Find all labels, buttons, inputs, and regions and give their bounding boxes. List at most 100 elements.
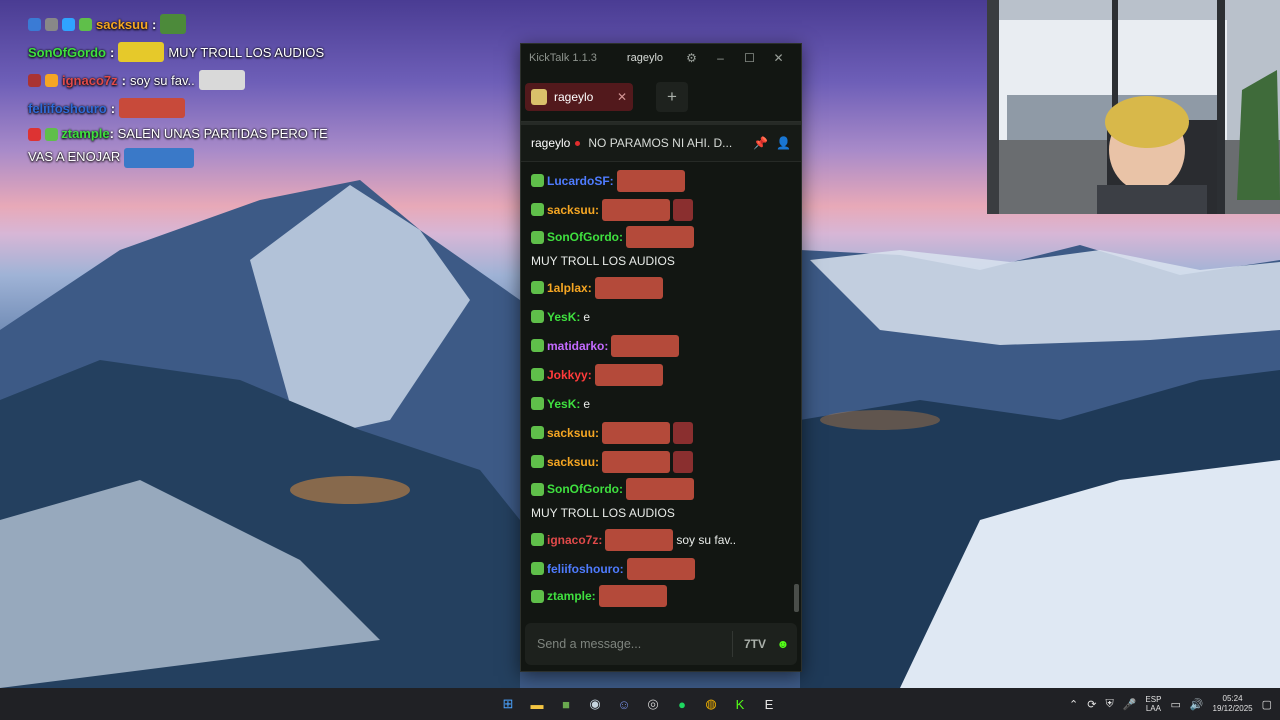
chat-message[interactable]: YesK: e (531, 389, 791, 418)
overlay-chat-line: SonOfGordo: MUY TROLL LOS AUDIOS (28, 38, 348, 66)
badge-icon (531, 310, 544, 323)
chat-messages[interactable]: LucardoSF: sacksuu: SonOfGordo: MUY TROLL L… (521, 164, 801, 614)
start-icon[interactable]: ⊞ (496, 692, 520, 716)
steam-icon[interactable]: ◉ (583, 692, 607, 716)
chat-message[interactable]: YesK: e (531, 302, 791, 331)
clock[interactable]: 05:24 19/12/2025 (1213, 694, 1253, 714)
badge-icon (79, 17, 92, 31)
emote-icon (673, 198, 694, 221)
overlay-chat-line: sacksuu: (28, 10, 348, 38)
obs-icon[interactable]: ◎ (641, 692, 665, 716)
chat-message[interactable]: ignaco7z: soy su fav.. (531, 525, 791, 554)
emote-icon (594, 363, 663, 386)
title-bar[interactable]: KickTalk 1.1.3 rageylo ⚙ – ☐ ✕ (521, 44, 801, 72)
overlay-username: ztample (61, 126, 110, 141)
chat-username[interactable]: 1alplax: (547, 278, 592, 298)
chat-username[interactable]: YesK: (547, 307, 580, 327)
emote-icon (626, 557, 695, 580)
add-tab-button[interactable]: + (656, 81, 688, 112)
kick-icon[interactable]: K (728, 692, 752, 716)
chat-username[interactable]: ignaco7z: (547, 530, 602, 550)
chat-username[interactable]: YesK: (547, 394, 580, 414)
minimize-icon[interactable]: – (706, 51, 735, 65)
overlay-username: sacksuu (96, 16, 149, 32)
chat-username[interactable]: sacksuu: (547, 200, 599, 220)
emote-icon (673, 421, 694, 444)
shield-icon[interactable]: ⛨ (1105, 698, 1113, 711)
taskbar-apps: ⊞ ▬ ■ ◉ ☺ ◎ ● ◍ K E (496, 688, 781, 720)
message-input[interactable]: Send a message... (537, 637, 732, 651)
spotify-icon[interactable]: ● (670, 692, 694, 716)
chat-message[interactable]: sacksuu: (531, 447, 791, 476)
language-indicator[interactable]: ESP LAA (1145, 695, 1161, 713)
emote-icon (625, 478, 694, 500)
network-icon[interactable]: ▭ (1170, 698, 1180, 711)
chat-message[interactable]: 1alplax: (531, 273, 791, 302)
minecraft-icon[interactable]: ■ (554, 692, 578, 716)
message-input-area[interactable]: Send a message... 7TV ☻ (525, 623, 797, 665)
emote-icon (594, 276, 663, 299)
chat-message[interactable]: matidarko: (531, 331, 791, 360)
chat-username[interactable]: SonOfGordo: (547, 479, 623, 499)
epic-games-icon[interactable]: E (757, 692, 781, 716)
chat-message[interactable]: Jokkyy: (531, 360, 791, 389)
badge-icon (44, 128, 58, 142)
emote-icon (118, 42, 165, 62)
chat-username[interactable]: sacksuu: (547, 452, 599, 472)
discord-icon[interactable]: ☺ (612, 692, 636, 716)
pinned-message-bar[interactable]: rageylo NO PARAMOS NI AHI. D... 📌 👤 (521, 122, 801, 162)
chat-message[interactable]: ztample: SALEN UNAS PARTIDAS PERO TE VAS … (531, 583, 791, 614)
emote-icon (625, 226, 694, 248)
kick-emote-icon[interactable]: ☻ (769, 637, 797, 651)
emote-icon (119, 98, 186, 118)
microphone-icon[interactable]: 🎤 (1123, 698, 1137, 711)
chat-message[interactable]: sacksuu: (531, 418, 791, 447)
badge-icon (45, 17, 58, 31)
volume-icon[interactable]: 🔊 (1190, 698, 1204, 711)
webcam-feed (987, 0, 1280, 214)
emote-icon (602, 421, 671, 444)
chat-username[interactable]: feliifoshouro: (547, 559, 624, 579)
file-explorer-icon[interactable]: ▬ (525, 692, 549, 716)
chat-message[interactable]: SonOfGordo: MUY TROLL LOS AUDIOS (531, 224, 791, 273)
emote-icon (198, 70, 245, 90)
chat-username[interactable]: SonOfGordo: (547, 227, 623, 247)
chat-message[interactable]: LucardoSF: (531, 166, 791, 195)
chat-username[interactable]: ztample: (547, 586, 596, 606)
emote-icon (605, 528, 674, 551)
chat-text: SALEN UNAS PARTIDAS PERO TE VAS A ENOJAR (531, 610, 791, 614)
live-indicator-icon (575, 140, 581, 146)
chat-message[interactable]: SonOfGordo: MUY TROLL LOS AUDIOS (531, 476, 791, 525)
close-window-icon[interactable]: ✕ (764, 51, 793, 65)
current-user-label[interactable]: rageylo (627, 52, 663, 64)
chat-message[interactable]: sacksuu: (531, 195, 791, 224)
tab-rageylo[interactable]: rageylo ✕ (525, 82, 633, 111)
chat-username[interactable]: LucardoSF: (547, 171, 614, 191)
badge-icon (531, 455, 544, 468)
badge-icon (531, 562, 544, 575)
chat-message[interactable]: feliifoshouro: (531, 554, 791, 583)
emote-icon (602, 450, 671, 473)
emote-icon (616, 169, 685, 192)
settings-gear-icon[interactable]: ⚙ (677, 51, 706, 65)
chat-text: MUY TROLL LOS AUDIOS (531, 506, 675, 520)
pinned-channel-name: rageylo (531, 136, 571, 150)
maximize-icon[interactable]: ☐ (735, 51, 764, 65)
emote-icon (611, 334, 680, 357)
notifications-icon[interactable]: ▢ (1262, 698, 1272, 711)
user-icon[interactable]: 👤 (776, 136, 791, 150)
channel-avatar (531, 88, 547, 105)
chat-scrollbar[interactable] (794, 584, 799, 612)
chat-username[interactable]: Jokkyy: (547, 365, 592, 385)
close-tab-icon[interactable]: ✕ (617, 90, 627, 104)
seventv-emote-button[interactable]: 7TV (741, 637, 769, 651)
emote-icon (123, 147, 194, 168)
overlay-chat-line: feliifoshouro: (28, 94, 348, 122)
chevron-up-icon[interactable]: ⌃ (1069, 698, 1078, 711)
pin-icon[interactable]: 📌 (753, 136, 768, 150)
chat-text: e (583, 396, 591, 411)
chrome-icon[interactable]: ◍ (699, 692, 723, 716)
sync-icon[interactable]: ⟳ (1087, 698, 1096, 711)
chat-username[interactable]: matidarko: (547, 336, 608, 356)
chat-username[interactable]: sacksuu: (547, 423, 599, 443)
